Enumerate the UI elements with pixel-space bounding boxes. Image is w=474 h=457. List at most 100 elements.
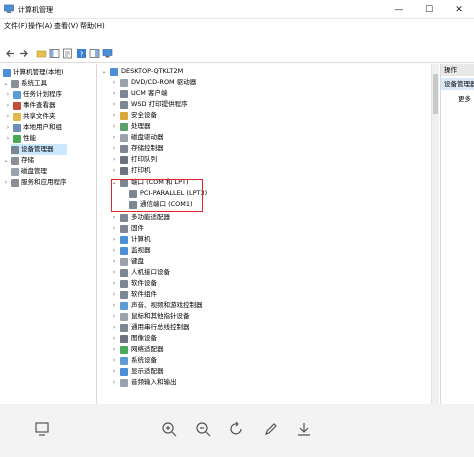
- device-category[interactable]: › 软件组件: [111, 289, 157, 300]
- chevron-right-icon[interactable]: ›: [111, 311, 117, 322]
- chevron-right-icon[interactable]: ›: [111, 278, 117, 289]
- forward-button[interactable]: [17, 47, 29, 59]
- device-category[interactable]: › 计算机: [111, 234, 151, 245]
- chevron-right-icon[interactable]: ›: [111, 77, 117, 88]
- tree-item-task-scheduler[interactable]: › 任务计划程序: [5, 89, 62, 100]
- tree-item-performance[interactable]: › 性能: [5, 133, 36, 144]
- chevron-right-icon[interactable]: ›: [111, 333, 117, 344]
- menu-action[interactable]: 操作(A): [28, 21, 52, 31]
- chevron-right-icon[interactable]: ›: [111, 289, 117, 300]
- chevron-right-icon[interactable]: ›: [111, 165, 117, 176]
- tree-item-device-manager[interactable]: 设备管理器: [11, 144, 67, 155]
- zoom-in-button[interactable]: [160, 420, 178, 438]
- device-category[interactable]: › 键盘: [111, 256, 144, 267]
- device-category[interactable]: › 打印队列: [111, 154, 157, 165]
- sound-icon: [120, 301, 128, 310]
- help-button[interactable]: ?: [75, 47, 87, 59]
- chevron-right-icon[interactable]: ›: [111, 143, 117, 154]
- menu-view[interactable]: 查看(V): [54, 21, 78, 31]
- action-pane-button[interactable]: [88, 47, 100, 59]
- zoom-out-button[interactable]: [194, 420, 212, 438]
- chevron-right-icon[interactable]: ›: [111, 132, 117, 143]
- device-category[interactable]: › 固件: [111, 223, 144, 234]
- actions-device-manager[interactable]: 设备管理器: [441, 78, 474, 90]
- chevron-right-icon[interactable]: ›: [111, 110, 117, 121]
- device-category[interactable]: › 音频输入和输出: [111, 377, 177, 388]
- tree-item-storage[interactable]: ⌄ 存储: [3, 155, 34, 166]
- chevron-down-icon[interactable]: ⌄: [3, 155, 9, 166]
- minimize-button[interactable]: —: [384, 0, 414, 19]
- tree-item-system-tools[interactable]: ⌄ 系统工具: [3, 78, 47, 89]
- device-category[interactable]: › 鼠标和其他指针设备: [111, 311, 190, 322]
- chevron-right-icon[interactable]: ›: [5, 122, 11, 133]
- tree-item-label: 存储: [21, 156, 34, 164]
- device-category[interactable]: › 安全设备: [111, 110, 157, 121]
- chevron-right-icon[interactable]: ›: [111, 377, 117, 388]
- chevron-right-icon[interactable]: ›: [111, 234, 117, 245]
- maximize-button[interactable]: ☐: [414, 0, 444, 19]
- device-category[interactable]: › 多功能适配器: [111, 212, 170, 223]
- menu-help[interactable]: 帮助(H): [80, 21, 105, 31]
- properties-button[interactable]: [61, 47, 73, 59]
- toolbar: ?: [0, 33, 474, 63]
- chevron-right-icon[interactable]: ›: [111, 366, 117, 377]
- rotate-button[interactable]: [228, 420, 246, 438]
- device-category[interactable]: › 网络适配器: [111, 344, 164, 355]
- device-category[interactable]: › UCM 客户端: [111, 88, 167, 99]
- actions-more[interactable]: 更多: [458, 93, 471, 103]
- chevron-down-icon[interactable]: ⌄: [3, 78, 9, 89]
- up-folder-button[interactable]: [35, 47, 47, 59]
- chevron-right-icon[interactable]: ›: [111, 355, 117, 366]
- device-category[interactable]: › 软件设备: [111, 278, 157, 289]
- chevron-right-icon[interactable]: ›: [111, 223, 117, 234]
- chevron-down-icon[interactable]: ⌄: [101, 66, 107, 77]
- device-category[interactable]: › 系统设备: [111, 355, 157, 366]
- camera-icon: [120, 334, 128, 343]
- chevron-right-icon[interactable]: ›: [111, 99, 117, 110]
- device-category[interactable]: › DVD/CD-ROM 驱动器: [111, 77, 196, 88]
- chevron-right-icon[interactable]: ›: [111, 300, 117, 311]
- device-category[interactable]: › 显示适配器: [111, 366, 164, 377]
- device-category[interactable]: › 打印机: [111, 165, 151, 176]
- device-tree-scrollbar[interactable]: [431, 64, 439, 404]
- chevron-right-icon[interactable]: ›: [5, 111, 11, 122]
- device-category[interactable]: › 图像设备: [111, 333, 157, 344]
- show-hide-tree-button[interactable]: [48, 47, 60, 59]
- device-category[interactable]: › 通用串行总线控制器: [111, 322, 190, 333]
- device-category[interactable]: › 存储控制器: [111, 143, 164, 154]
- tree-item-local-users[interactable]: › 本地用户和组: [5, 122, 62, 133]
- tree-item-computer-management[interactable]: 计算机管理(本地): [3, 67, 64, 78]
- chevron-right-icon[interactable]: ›: [111, 88, 117, 99]
- device-category[interactable]: › 处理器: [111, 121, 151, 132]
- device-category[interactable]: › 声音、视频和游戏控制器: [111, 300, 203, 311]
- edit-button[interactable]: [262, 420, 280, 438]
- device-category[interactable]: › 磁盘驱动器: [111, 132, 164, 143]
- chevron-right-icon[interactable]: ›: [111, 322, 117, 333]
- chevron-right-icon[interactable]: ›: [5, 100, 11, 111]
- chevron-right-icon[interactable]: ›: [5, 133, 11, 144]
- back-button[interactable]: [4, 47, 16, 59]
- device-category[interactable]: › 监视器: [111, 245, 151, 256]
- chevron-right-icon[interactable]: ›: [111, 212, 117, 223]
- download-button[interactable]: [295, 420, 313, 438]
- close-button[interactable]: ✕: [444, 0, 474, 19]
- monitor-view-button[interactable]: [101, 47, 113, 59]
- chevron-right-icon[interactable]: ›: [3, 177, 9, 188]
- chevron-right-icon[interactable]: ›: [111, 245, 117, 256]
- tree-item-event-viewer[interactable]: › 事件查看器: [5, 100, 56, 111]
- chevron-right-icon[interactable]: ›: [111, 154, 117, 165]
- menu-file[interactable]: 文件(F): [4, 21, 28, 31]
- tree-item-services-apps[interactable]: › 服务和应用程序: [3, 177, 67, 188]
- chevron-right-icon[interactable]: ›: [111, 344, 117, 355]
- tree-item-disk-management[interactable]: 磁盘管理: [11, 166, 47, 177]
- chevron-right-icon[interactable]: ›: [111, 121, 117, 132]
- fit-screen-button[interactable]: [33, 420, 51, 438]
- chevron-right-icon[interactable]: ›: [111, 267, 117, 278]
- tree-item-shared-folders[interactable]: › 共享文件夹: [5, 111, 56, 122]
- device-category[interactable]: › 人机接口设备: [111, 267, 170, 278]
- chevron-right-icon[interactable]: ›: [5, 89, 11, 100]
- chevron-right-icon[interactable]: ›: [111, 256, 117, 267]
- device-category[interactable]: › WSD 打印提供程序: [111, 99, 188, 110]
- scrollbar-thumb[interactable]: [433, 74, 438, 114]
- device-tree-root[interactable]: ⌄ DESKTOP-QTKLT2M: [101, 66, 183, 77]
